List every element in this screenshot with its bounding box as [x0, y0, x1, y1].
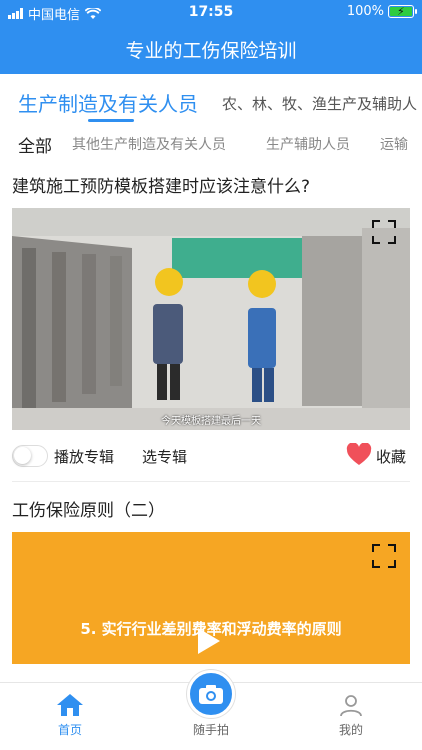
battery-icon: ⚡: [388, 5, 417, 18]
tab-agriculture[interactable]: 农、林、牧、渔生产及辅助人: [222, 93, 417, 114]
page-title: 专业的工伤保险培训: [125, 40, 297, 62]
video-title: 建筑施工预防模板搭建时应该注意什么?: [12, 177, 311, 197]
active-tab-indicator: [88, 119, 134, 122]
album-controls: 播放专辑 选专辑 收藏: [12, 438, 410, 474]
video-title-2: 工伤保险原则（二）: [12, 501, 165, 521]
video-player-2[interactable]: 5. 实行行业差别费率和浮动费率的原则: [12, 532, 410, 664]
video-subtitle: 今天模板搭建最后一天: [161, 416, 261, 427]
play-icon[interactable]: [198, 628, 220, 654]
tab-snapshot-label: 随手拍: [192, 723, 229, 737]
fullscreen-icon-2[interactable]: [372, 544, 396, 568]
heart-icon[interactable]: [346, 443, 372, 467]
video-thumbnail: [12, 208, 410, 430]
select-album-button[interactable]: 选专辑: [142, 446, 187, 467]
tab-production[interactable]: 生产制造及有关人员: [18, 88, 198, 117]
user-icon: [340, 695, 362, 717]
subtab-transport[interactable]: 运输: [380, 134, 408, 154]
tab-mine-label: 我的: [338, 723, 363, 737]
primary-tab-bar: 生产制造及有关人员 农、林、牧、渔生产及辅助人: [0, 74, 422, 124]
app-header: 中国电信 17:55 100% ⚡ 专业的工伤保险培训: [0, 0, 422, 74]
subtab-other-production[interactable]: 其他生产制造及有关人员: [72, 134, 226, 154]
favorite-label[interactable]: 收藏: [376, 446, 406, 467]
camera-icon: [199, 685, 223, 704]
play-album-toggle[interactable]: [12, 445, 48, 467]
tab-home-label: 首页: [57, 723, 82, 737]
battery-percent: 100%: [346, 4, 384, 19]
subtab-all[interactable]: 全部: [18, 132, 52, 157]
divider: [12, 481, 410, 482]
fullscreen-icon[interactable]: [372, 220, 396, 244]
status-bar: 中国电信 17:55 100% ⚡: [0, 0, 422, 24]
subtab-production-assist[interactable]: 生产辅助人员: [266, 134, 350, 154]
secondary-tab-bar: 全部 其他生产制造及有关人员 生产辅助人员 运输: [0, 124, 422, 164]
camera-button[interactable]: [187, 670, 235, 718]
home-icon: [57, 694, 83, 716]
play-album-label: 播放专辑: [54, 448, 115, 466]
video-player[interactable]: 今天模板搭建最后一天: [12, 208, 410, 430]
